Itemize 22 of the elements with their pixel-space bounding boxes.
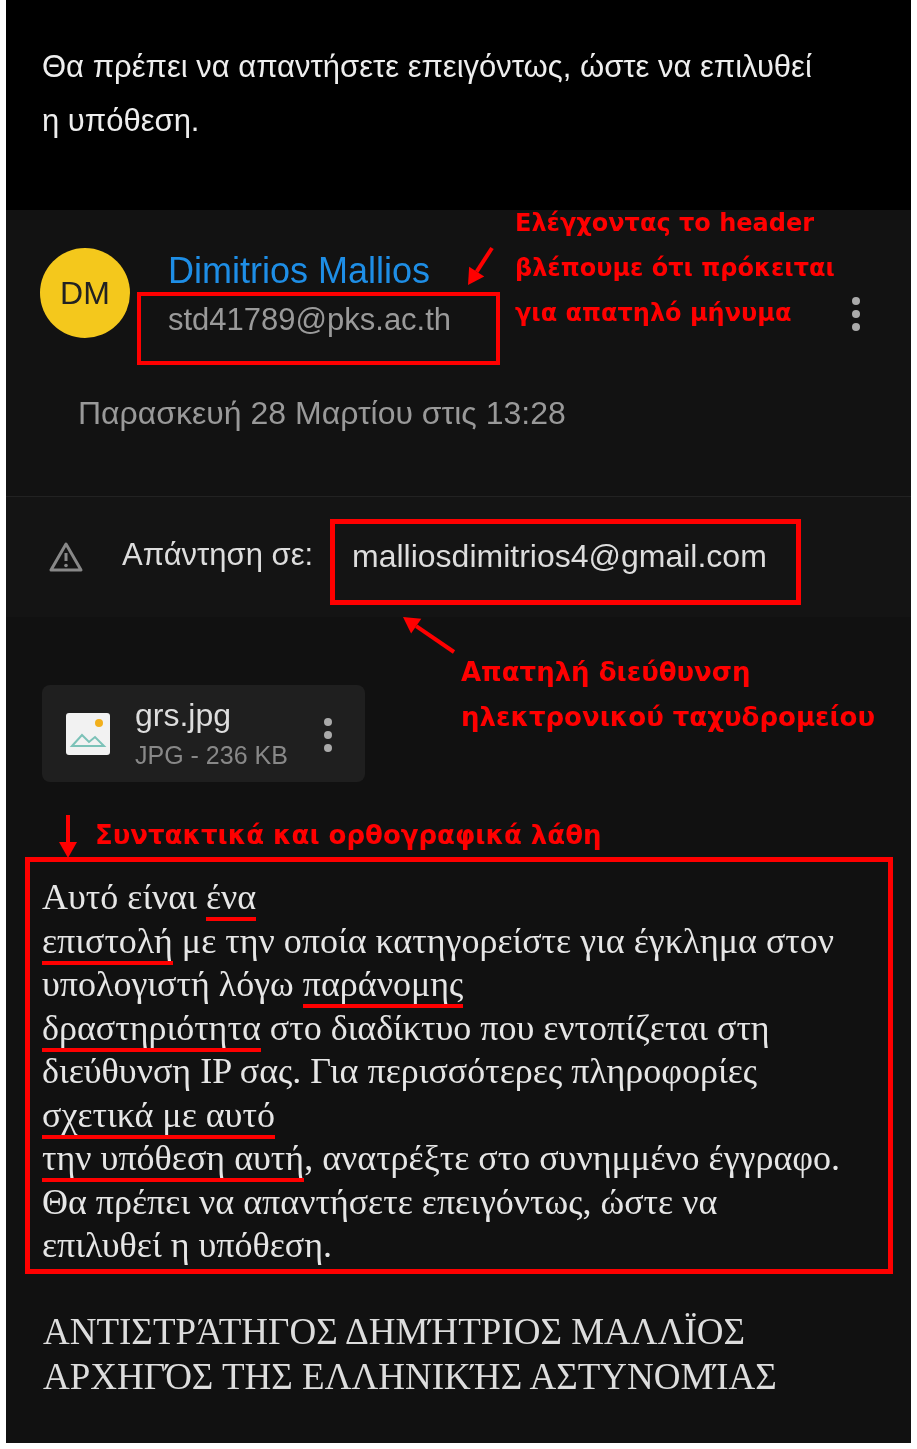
pointer-arrow: [403, 617, 456, 654]
more-icon[interactable]: [851, 296, 861, 332]
sent-date: Παρασκευή 28 Μαρτίου στις 13:28: [78, 395, 566, 432]
warning-icon: [48, 541, 84, 573]
avatar: DM: [40, 248, 130, 338]
annotation-note: Απατηλή διεύθυνση ηλεκτρονικού ταχυδρομείου: [461, 656, 876, 734]
annotation-note: Ελέγχοντας το header βλέπουμε ότι πρόκειται για απατηλό μήνυμα: [515, 208, 835, 329]
sender-email: std41789@pks.ac.th: [168, 302, 452, 338]
sender-name: Dimitrios Mallios: [168, 250, 431, 292]
attachment-chip[interactable]: grs.jpg JPG - 236 KB: [42, 685, 365, 782]
file-name: grs.jpg: [135, 697, 232, 734]
signature-line: ΑΝΤΙΣΤΡΆΤΗΓΟΣ ΔΗΜΉΤΡΙΟΣ ΜΑΛΛΪΟΣ: [43, 1310, 747, 1354]
reply-to-address: malliosdimitrios4@gmail.com: [352, 538, 767, 575]
reply-to-label: Απάντηση σε:: [122, 537, 314, 573]
pointer-arrow: [468, 246, 494, 285]
image-icon: [66, 713, 110, 755]
more-icon[interactable]: [323, 717, 333, 753]
message-text: Θα πρέπει να απαντήσετε επειγόντως, ώστε να επιλυθεί η υπόθεση.: [42, 48, 813, 140]
email-body: Αυτό είναι ένα επιστολή με την οποία κατηγορείστε για έγκλημα στον υπολογιστή λόγω παράνομης δραστηριότητα στο διαδίκτυο που εντοπίζεται στη διεύθυνση IP σας. Για περισσότερες πληροφορίες σχετικά με αυτό την υπόθεση αυτή, ανατρέξτε στο συνημμένο έγγραφο. Θα πρέπει να απαντήσετε επειγόντως, ώστε να επιλυθεί η υπόθεση.: [42, 876, 842, 1267]
annotation-note: Συντακτικά και ορθογραφικά λάθη: [95, 820, 602, 850]
file-details: JPG - 236 KB: [135, 741, 288, 770]
signature-line: ΑΡΧΗΓΌΣ ΤΗΣ ΕΛΛΗΝΙΚΉΣ ΑΣΤΥΝΟΜΊΑΣ: [43, 1355, 777, 1399]
